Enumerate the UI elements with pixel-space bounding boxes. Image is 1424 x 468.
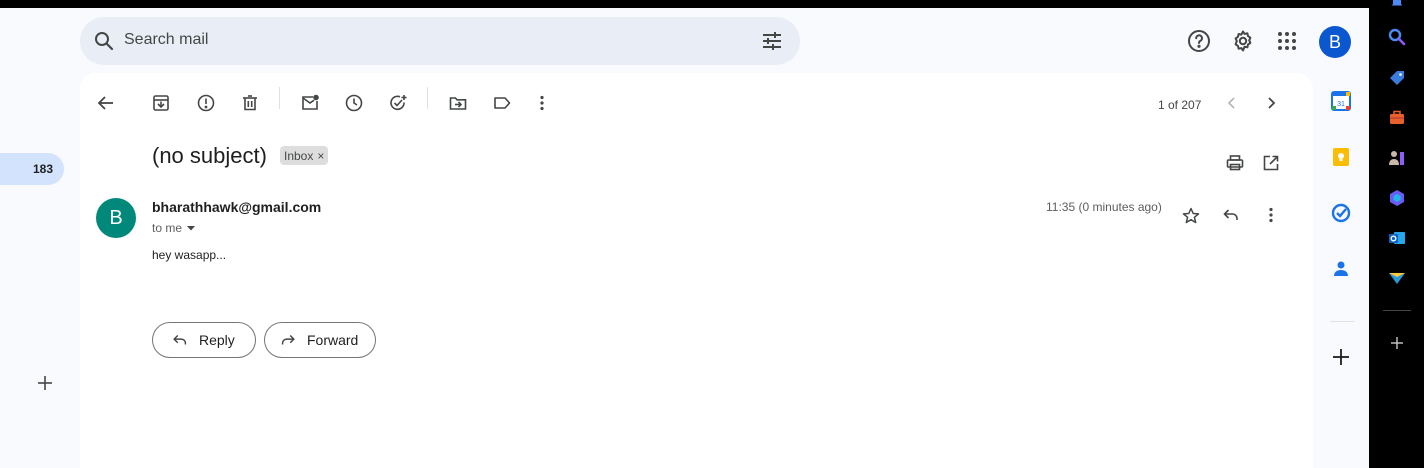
mark-unread-icon[interactable]: [300, 93, 320, 113]
inbox-label-chip[interactable]: Inbox ×: [280, 146, 329, 165]
reply-arrow-icon[interactable]: [1221, 205, 1241, 225]
sender-email[interactable]: bharathhawk@gmail.com: [152, 199, 321, 215]
help-icon[interactable]: [1187, 29, 1211, 53]
archive-icon[interactable]: [151, 93, 171, 113]
snooze-clock-icon[interactable]: [344, 93, 364, 113]
more-options-icon[interactable]: [532, 93, 552, 113]
star-icon[interactable]: [1181, 206, 1201, 226]
message-more-options-icon[interactable]: [1261, 205, 1281, 225]
recipient-details-toggle[interactable]: to me: [152, 221, 196, 235]
back-arrow-icon[interactable]: [96, 93, 116, 113]
reply-icon: [173, 334, 187, 345]
sidebar-search-icon[interactable]: [1386, 26, 1408, 48]
search-icon[interactable]: [92, 29, 116, 53]
tasks-app-icon[interactable]: [1328, 200, 1354, 226]
dropdown-arrow-icon[interactable]: [186, 223, 196, 233]
search-bar[interactable]: Search mail: [80, 17, 800, 65]
sender-avatar[interactable]: B: [96, 198, 136, 238]
add-to-tasks-icon[interactable]: [388, 93, 408, 113]
create-label-plus-icon[interactable]: [35, 373, 55, 393]
toolbar-divider: [279, 87, 280, 109]
reply-button[interactable]: Reply: [152, 322, 256, 358]
side-panel-divider: [1330, 321, 1354, 322]
recipient-text: to me: [152, 221, 183, 235]
account-avatar[interactable]: B: [1319, 26, 1351, 58]
copilot-icon[interactable]: [1386, 187, 1408, 209]
notifications-bell-icon[interactable]: [1386, 0, 1408, 12]
shopping-tag-icon[interactable]: [1386, 67, 1408, 89]
inbox-unread-count[interactable]: 183: [0, 153, 64, 185]
settings-gear-icon[interactable]: [1231, 29, 1255, 53]
email-subject: (no subject): [152, 143, 267, 168]
forward-icon: [281, 334, 295, 345]
delete-trash-icon[interactable]: [240, 93, 260, 113]
calendar-app-icon[interactable]: 31: [1328, 88, 1354, 114]
contacts-app-icon[interactable]: [1328, 256, 1354, 282]
pagination-text: 1 of 207: [1158, 98, 1202, 112]
label-tag-icon[interactable]: [492, 93, 512, 113]
gmail-app: Search mail B 183 1 of 207 (no subject) …: [0, 8, 1369, 468]
browser-sidebar-divider: [1383, 310, 1411, 311]
forward-button[interactable]: Forward: [264, 322, 376, 358]
top-black-bar: [0, 0, 1369, 8]
email-view-panel: 1 of 207 (no subject) Inbox × B bharathh…: [80, 73, 1313, 468]
calendar-day-text: 31: [1337, 101, 1345, 108]
toolbar-divider: [427, 87, 428, 109]
message-body: hey wasapp...: [152, 248, 227, 262]
forward-button-label: Forward: [307, 332, 359, 348]
open-new-window-icon[interactable]: [1261, 153, 1281, 173]
outlook-icon[interactable]: [1386, 227, 1408, 249]
print-icon[interactable]: [1225, 153, 1245, 173]
reply-button-label: Reply: [199, 332, 235, 348]
get-addons-plus-icon[interactable]: [1328, 344, 1354, 370]
report-spam-icon[interactable]: [196, 93, 216, 113]
games-chess-icon[interactable]: [1386, 147, 1408, 169]
label-chip-text: Inbox: [284, 148, 314, 163]
customize-sidebar-plus-icon[interactable]: [1386, 332, 1408, 354]
apps-grid-icon[interactable]: [1275, 29, 1299, 53]
keep-app-icon[interactable]: [1328, 144, 1354, 170]
tools-briefcase-icon[interactable]: [1386, 107, 1408, 129]
message-timestamp: 11:35 (0 minutes ago): [1046, 200, 1162, 214]
search-input[interactable]: Search mail: [124, 31, 208, 49]
move-to-folder-icon[interactable]: [448, 93, 468, 113]
send-paperplane-icon[interactable]: [1386, 267, 1408, 289]
older-chevron-right-icon[interactable]: [1261, 93, 1281, 113]
newer-chevron-left-icon[interactable]: [1222, 93, 1242, 113]
remove-label-close-icon[interactable]: ×: [317, 150, 324, 162]
search-options-icon[interactable]: [760, 29, 784, 53]
